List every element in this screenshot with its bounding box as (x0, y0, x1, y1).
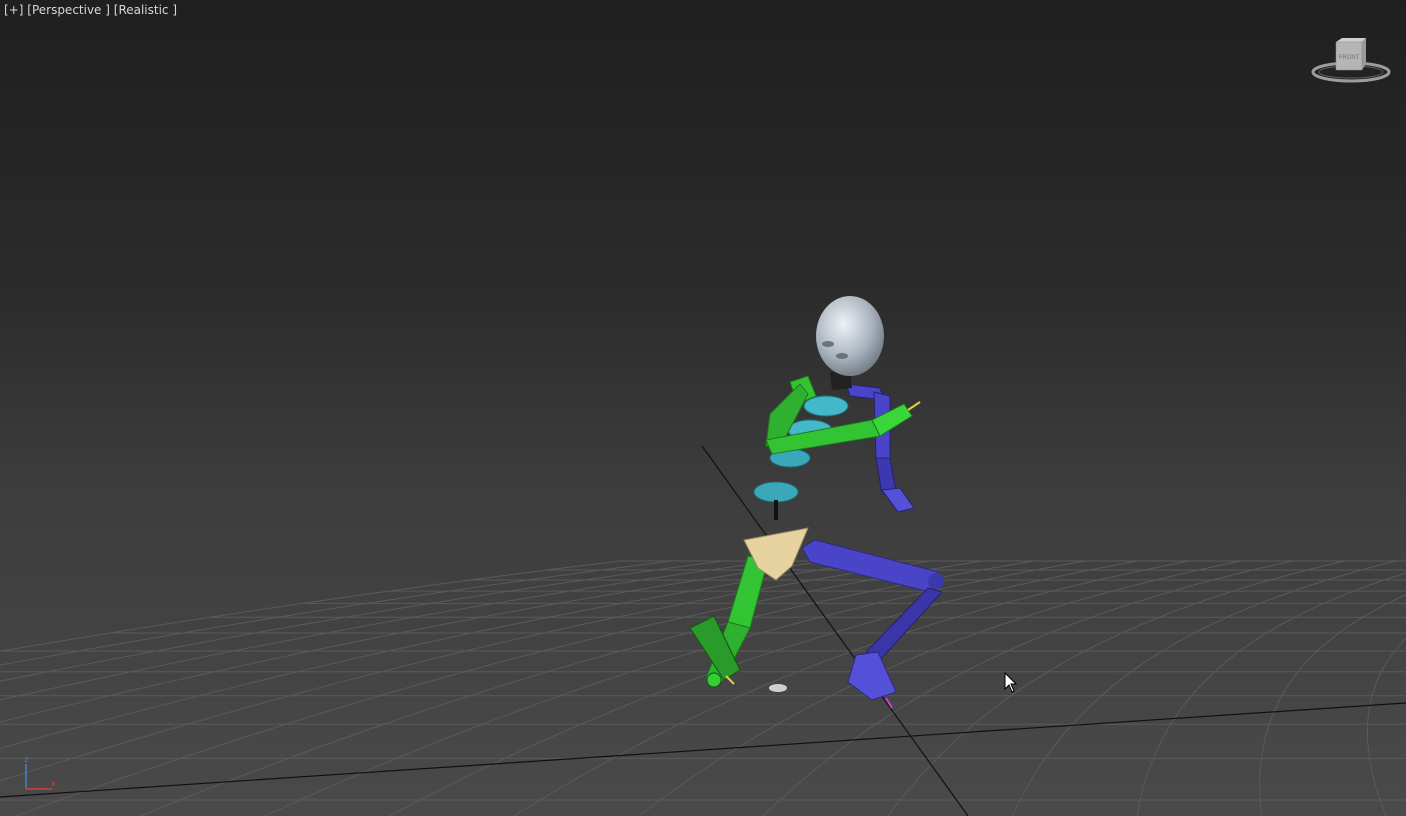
grid-line (0, 560, 672, 666)
grid-line (513, 560, 1189, 816)
spine-link-1[interactable] (753, 481, 799, 503)
grid-line (1136, 572, 1406, 816)
viewcube-top-face[interactable] (1336, 38, 1366, 42)
ground-grid (0, 560, 1406, 816)
axis-x-label: x (51, 779, 56, 788)
right-hand[interactable] (881, 487, 915, 513)
grid-line (263, 560, 1086, 816)
eye-right (836, 353, 848, 359)
viewcube-right-face[interactable] (1362, 38, 1366, 70)
axis-tripod-icon: z x (24, 755, 56, 790)
biped-skeleton[interactable] (689, 296, 944, 709)
mouse-cursor-icon (1004, 672, 1018, 693)
viewport-view-menu[interactable]: Perspective (32, 3, 102, 17)
right-calf[interactable] (865, 587, 943, 661)
right-knee[interactable] (928, 573, 944, 589)
grid-line (1011, 560, 1396, 816)
viewport-general-menu[interactable]: + (9, 3, 19, 17)
viewport-shading-menu[interactable]: Realistic (118, 3, 168, 17)
label-sep-1: ] [ (18, 3, 32, 17)
viewcube-front-label: FRONT (1339, 55, 1360, 61)
viewcube-icon[interactable]: FRONT (1310, 36, 1392, 86)
label-sep-2: ] [ (101, 3, 119, 17)
left-ankle[interactable] (706, 672, 722, 688)
right-thigh[interactable] (801, 539, 939, 593)
spine[interactable] (753, 395, 849, 520)
grid-line (1366, 637, 1406, 816)
left-toe (725, 675, 735, 685)
grid-line (0, 560, 620, 652)
right-leg[interactable] (801, 539, 944, 709)
label-close: ] (168, 3, 178, 17)
right-arm[interactable] (845, 383, 915, 513)
head-shape[interactable] (816, 296, 884, 376)
perspective-viewport[interactable]: [+] [Perspective ] [Realistic ] FRONT z … (0, 0, 1406, 816)
grid-line (0, 560, 724, 682)
axis-z-label: z (24, 755, 28, 764)
spine-link-4[interactable] (803, 395, 849, 417)
scene-canvas[interactable] (0, 0, 1406, 816)
grid-line (0, 560, 776, 701)
left-finger (907, 401, 921, 411)
footstep-marker[interactable] (769, 684, 787, 692)
viewport-label: [+] [Perspective ] [Realistic ] (4, 3, 177, 17)
eye-left (822, 341, 834, 347)
right-foot[interactable] (847, 651, 897, 701)
head[interactable] (816, 296, 884, 376)
